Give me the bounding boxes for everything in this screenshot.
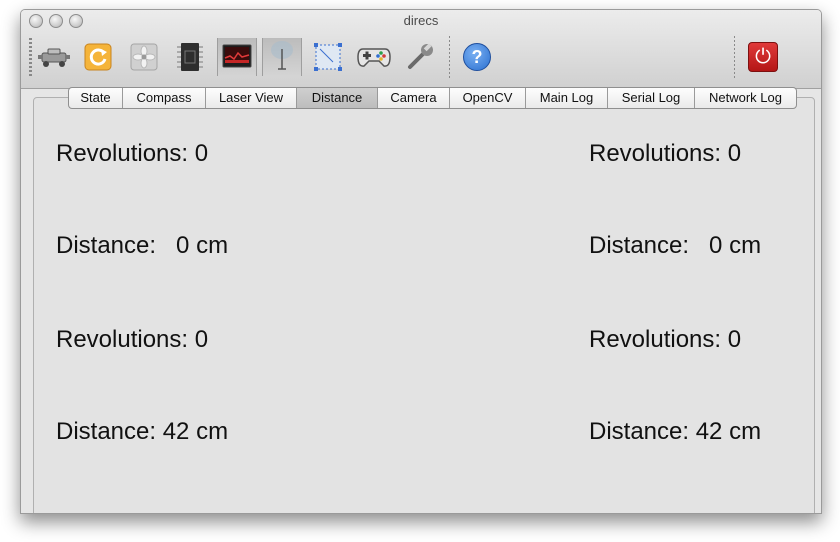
tab-laser-view[interactable]: Laser View <box>206 88 297 108</box>
right-distance-bottom: Distance: 42 cm <box>589 418 762 445</box>
gamepad-icon <box>357 48 391 67</box>
toolbar-separator <box>449 36 450 80</box>
left-revolutions-top: Revolutions: 0 <box>56 140 209 167</box>
tab-main-log[interactable]: Main Log <box>526 88 608 108</box>
sensor-button[interactable] <box>262 38 302 76</box>
tab-bar: State Compass Laser View Distance Camera… <box>68 87 797 109</box>
settings-button[interactable] <box>401 38 439 76</box>
tab-state[interactable]: State <box>69 88 123 108</box>
robot-icon <box>38 48 70 67</box>
fan-button[interactable] <box>125 38 163 76</box>
tab-camera[interactable]: Camera <box>378 88 450 108</box>
tab-serial-log[interactable]: Serial Log <box>608 88 695 108</box>
title-bar: direcs ? ⏻ <box>21 10 821 89</box>
robot-button[interactable] <box>35 38 73 76</box>
window-title: direcs <box>403 13 439 28</box>
app-window: direcs ? ⏻ State Compass Laser View Dist… <box>20 9 822 514</box>
tab-opencv[interactable]: OpenCV <box>450 88 526 108</box>
toolbar: ? ⏻ <box>21 32 821 84</box>
power-button[interactable]: ⏻ <box>744 38 782 76</box>
gamepad-button[interactable] <box>355 38 393 76</box>
monitor-icon <box>222 44 252 68</box>
sensor-icon <box>271 41 293 70</box>
tab-network-log[interactable]: Network Log <box>695 88 796 108</box>
chip-icon <box>177 43 203 71</box>
right-revolutions-top: Revolutions: 0 <box>589 140 742 167</box>
chip-button[interactable] <box>171 38 209 76</box>
help-button[interactable]: ? <box>458 38 496 76</box>
toolbar-separator <box>734 36 735 80</box>
left-distance-top: Distance: 0 cm <box>56 232 229 259</box>
power-icon: ⏻ <box>748 42 778 72</box>
wrench-icon <box>408 43 433 69</box>
tab-compass[interactable]: Compass <box>123 88 206 108</box>
fan-icon <box>130 43 158 71</box>
reset-icon <box>84 43 112 71</box>
select-button[interactable] <box>309 38 347 76</box>
selection-icon <box>314 43 342 71</box>
right-distance-top: Distance: 0 cm <box>589 232 762 259</box>
toolbar-grip[interactable] <box>29 38 32 76</box>
laser-view-button[interactable] <box>217 38 257 76</box>
left-distance-bottom: Distance: 42 cm <box>56 418 229 445</box>
help-icon: ? <box>463 43 491 71</box>
left-revolutions-bottom: Revolutions: 0 <box>56 326 209 353</box>
right-revolutions-bottom: Revolutions: 0 <box>589 326 742 353</box>
tab-distance[interactable]: Distance <box>297 88 378 108</box>
reset-button[interactable] <box>79 38 117 76</box>
